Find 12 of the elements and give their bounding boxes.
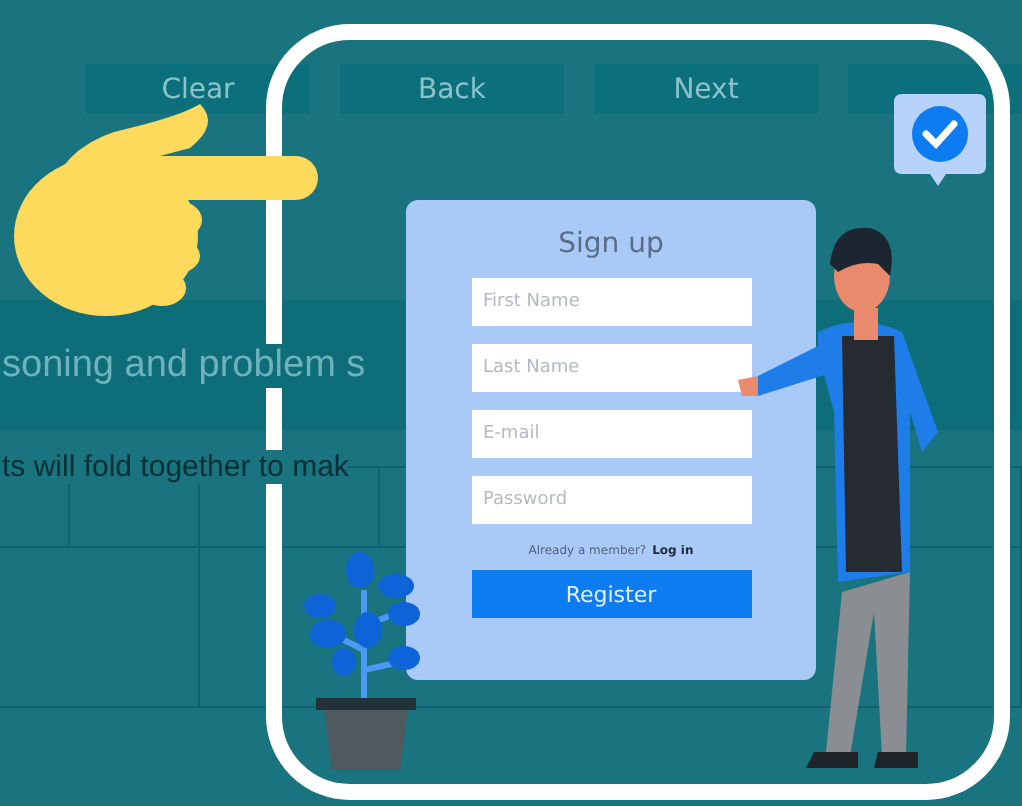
check-bubble-icon (894, 94, 986, 186)
heading-text: soning and problem s (0, 344, 366, 388)
toolbar-button[interactable]: Back (340, 64, 564, 114)
text-field[interactable]: E-mail (471, 410, 751, 458)
toolbar-button[interactable]: Next (594, 64, 818, 114)
text-field[interactable]: Password (471, 476, 751, 524)
form-title: Sign up (558, 228, 664, 260)
text-field[interactable]: Last Name (471, 344, 751, 392)
register-button[interactable]: Register (471, 570, 751, 618)
instruction-text: ts will fold together to mak (0, 450, 349, 484)
toolbar-button[interactable]: Clear (86, 64, 310, 114)
text-field[interactable]: First Name (471, 278, 751, 326)
